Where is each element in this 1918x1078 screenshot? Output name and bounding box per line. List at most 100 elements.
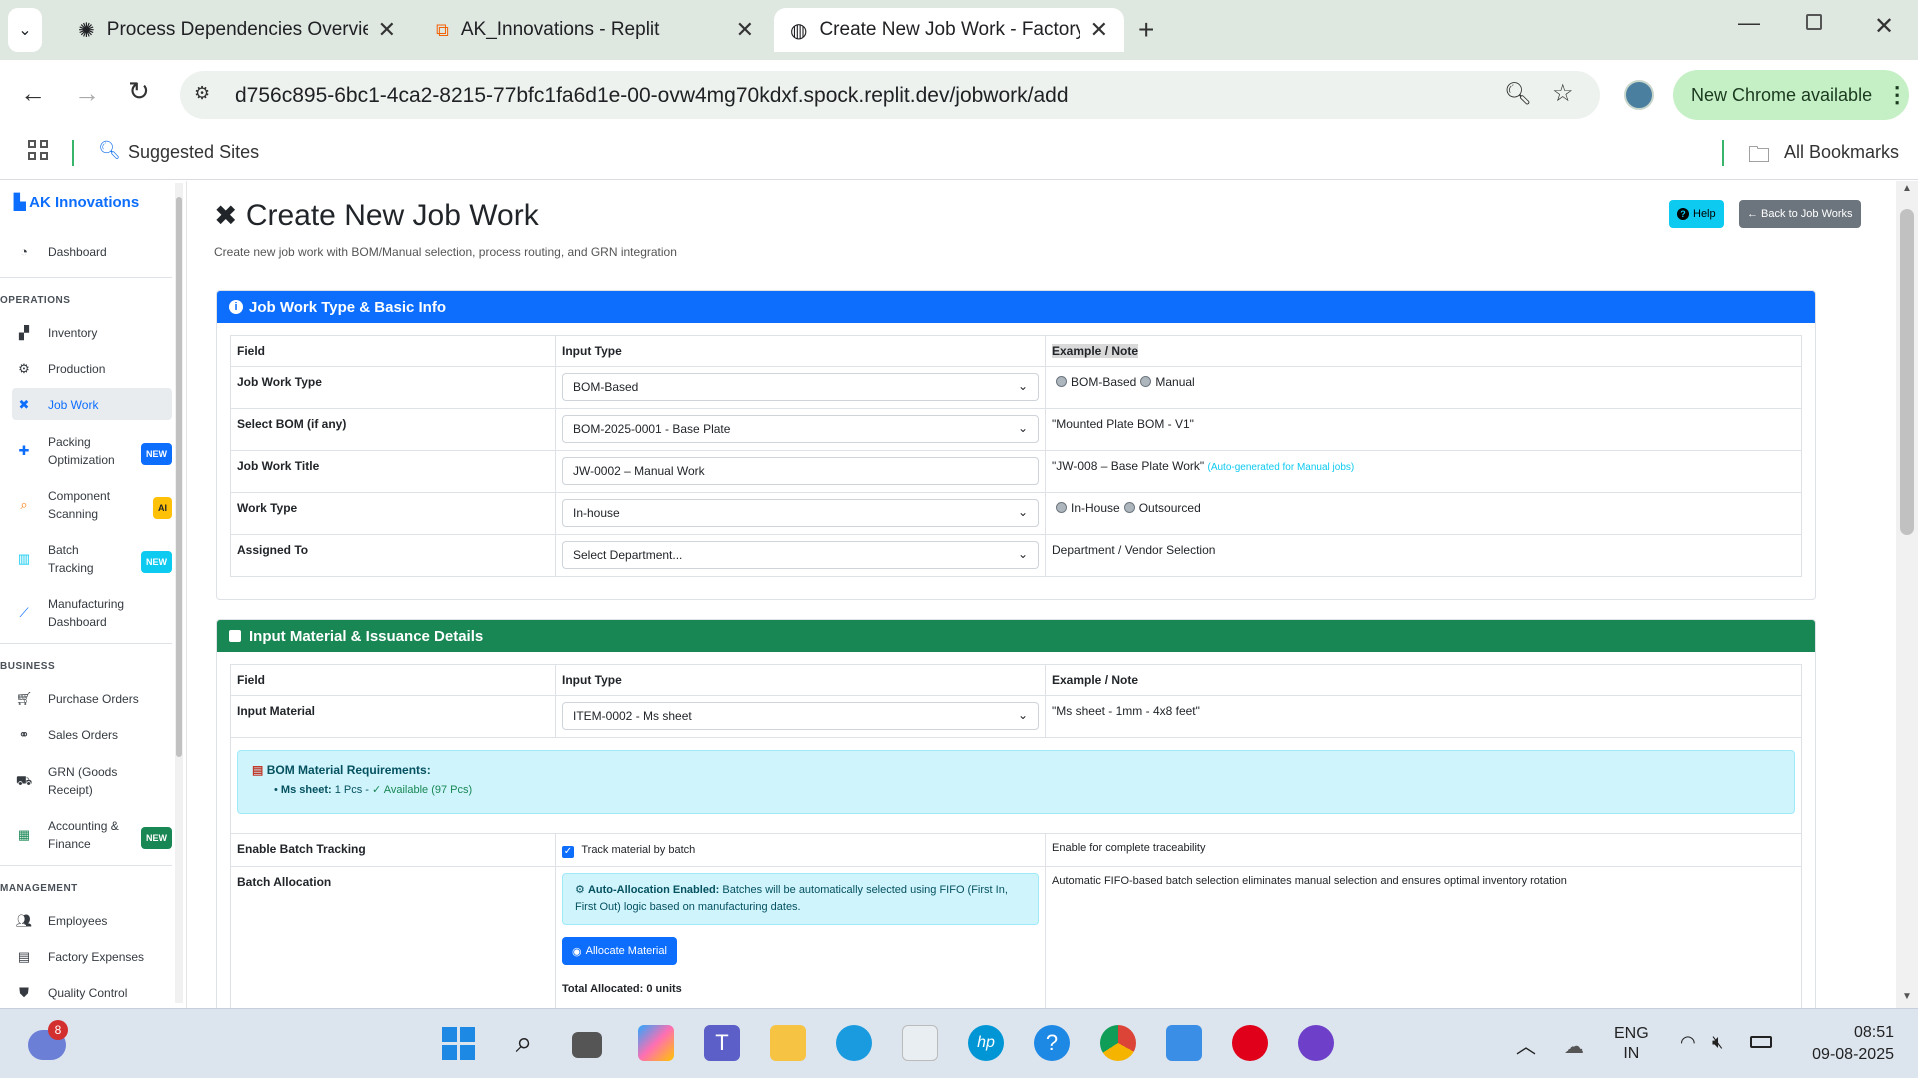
reload-icon[interactable]: ↻ [128, 76, 150, 107]
github-icon[interactable] [1298, 1025, 1334, 1061]
sidebar-item-label: Packing Optimization [48, 433, 115, 469]
store-icon[interactable] [902, 1025, 938, 1061]
windows-start-icon[interactable] [440, 1025, 476, 1061]
box-icon [229, 630, 241, 642]
minimize-button[interactable]: — [1738, 10, 1760, 36]
url-text[interactable]: d756c895-6bc1-4ca2-8215-77bfc1fa6d1e-00-… [235, 84, 1069, 108]
zoom-icon[interactable]: 🔍︎ [1504, 81, 1532, 107]
opera-icon[interactable] [1232, 1025, 1268, 1061]
job-work-title-input[interactable]: JW-0002 – Manual Work [562, 457, 1039, 485]
close-icon[interactable]: ✕ [736, 17, 754, 43]
copilot-icon[interactable] [638, 1025, 674, 1061]
sidebar-item-job-work[interactable]: ✖ Job Work [12, 396, 172, 414]
bom-select[interactable]: BOM-2025-0001 - Base Plate ⌄ [562, 415, 1039, 443]
section-management: MANAGEMENT [0, 883, 78, 894]
sidebar-item-inventory[interactable]: ▞ Inventory [12, 324, 172, 342]
close-window-button[interactable]: ✕ [1874, 12, 1894, 41]
radio-option[interactable] [1056, 502, 1067, 513]
scroll-up-icon[interactable]: ▲ [1902, 183, 1912, 194]
select-value: ITEM-0002 - Ms sheet [573, 709, 692, 723]
sidebar-item-production[interactable]: ⚙ Production [12, 360, 172, 378]
select-value: BOM-2025-0001 - Base Plate [573, 422, 731, 436]
sidebar-item-manufacturing-dashboard[interactable]: ⟋ Manufacturing Dashboard [12, 595, 172, 631]
sidebar-item-packing[interactable]: ✚ Packing Optimization NEW [12, 433, 172, 469]
close-icon[interactable]: ✕ [378, 17, 396, 43]
sidebar-item-accounting[interactable]: ▦ Accounting & Finance NEW [12, 817, 172, 853]
avatar[interactable] [1624, 80, 1654, 110]
sidebar-item-purchase-orders[interactable]: 🛒︎ Purchase Orders [12, 690, 172, 708]
allocate-label: Allocate Material [585, 945, 667, 957]
back-icon[interactable]: ← [20, 78, 46, 109]
assigned-to-select[interactable]: Select Department... ⌄ [562, 541, 1039, 569]
star-icon[interactable]: ☆ [1552, 79, 1574, 108]
site-info-icon[interactable]: ⚙ [194, 83, 210, 104]
address-bar[interactable]: ⚙ d756c895-6bc1-4ca2-8215-77bfc1fa6d1e-0… [180, 71, 1600, 119]
sidebar-item-grn[interactable]: ⛟ GRN (Goods Receipt) [12, 763, 172, 799]
forward-icon[interactable]: → [74, 78, 100, 109]
cogs-icon: ⚙ [575, 884, 585, 896]
work-type-select[interactable]: In-house ⌄ [562, 499, 1039, 527]
battery-icon[interactable] [1750, 1036, 1772, 1048]
scroll-down-icon[interactable]: ▼ [1902, 991, 1912, 1002]
sidebar-item-employees[interactable]: 👥︎ Employees [12, 912, 172, 930]
card-title: Input Material & Issuance Details [249, 627, 484, 645]
close-icon[interactable]: ✕ [1090, 17, 1108, 43]
job-work-type-select[interactable]: BOM-Based ⌄ [562, 373, 1039, 401]
radio-option[interactable] [1140, 376, 1152, 387]
back-to-job-works-button[interactable]: ← Back to Job Works [1739, 200, 1861, 228]
tray-chevron-icon[interactable]: ︿ [1516, 1030, 1536, 1059]
sidebar-item-factory-expenses[interactable]: ▤ Factory Expenses [12, 948, 172, 966]
sidebar-item-label: Purchase Orders [48, 692, 139, 706]
row-label: Batch Allocation [230, 866, 556, 1008]
teams-icon[interactable]: T [704, 1025, 740, 1061]
file-explorer-icon[interactable] [770, 1025, 806, 1061]
new-chrome-button[interactable]: New Chrome available ⋮ [1673, 70, 1909, 120]
tab-replit[interactable]: ⧉ AK_Innovations - Replit ✕ [420, 8, 770, 52]
batch-tracking-checkbox[interactable]: ✓ [562, 846, 574, 858]
new-tab-button[interactable]: + [1138, 14, 1154, 46]
volume-muted-icon[interactable]: 🔇︎ [1712, 1032, 1723, 1053]
tab-search-button[interactable]: ⌄ [8, 8, 42, 52]
task-view-icon[interactable] [572, 1032, 602, 1058]
suggested-sites-link[interactable]: Suggested Sites [128, 142, 259, 163]
clock[interactable]: 08:51 09-08-2025 [1794, 1022, 1894, 1066]
label-line: Packing [48, 435, 91, 449]
page-scrollbar[interactable]: ▲ ▼ [1896, 181, 1918, 1008]
chrome-icon[interactable] [1100, 1025, 1136, 1061]
sidebar-scroll-thumb[interactable] [176, 197, 182, 757]
radio-option[interactable] [1123, 502, 1135, 513]
hp-icon[interactable]: hp [968, 1025, 1004, 1061]
help-button[interactable]: ? Help [1669, 200, 1724, 228]
sidebar-item-sales-orders[interactable]: ⚭ Sales Orders [12, 726, 172, 744]
row-note: "Mounted Plate BOM - V1" [1045, 408, 1802, 451]
radio-option[interactable] [1056, 376, 1067, 387]
bookmark-divider [1722, 140, 1724, 166]
all-bookmarks-link[interactable]: All Bookmarks [1784, 142, 1899, 163]
input-material-select[interactable]: ITEM-0002 - Ms sheet ⌄ [562, 702, 1039, 730]
clock-date: 09-08-2025 [1812, 1046, 1894, 1063]
kebab-menu-icon[interactable]: ⋮ [1886, 82, 1908, 108]
search-icon[interactable]: ⌕ [506, 1025, 542, 1061]
sidebar-item-quality-control[interactable]: ⛊ Quality Control [12, 984, 172, 1002]
brand[interactable]: ▙ AK Innovations [14, 193, 139, 211]
sidebar-item-component-scanning[interactable]: ⌕ Component Scanning AI [12, 487, 172, 523]
page-scroll-thumb[interactable] [1900, 209, 1914, 535]
col-header: Field [230, 664, 556, 696]
allocate-material-button[interactable]: ◉ Allocate Material [562, 937, 677, 965]
wifi-icon[interactable]: ◠ [1680, 1032, 1696, 1053]
tab-process-dependencies[interactable]: ✺ Process Dependencies Overview ✕ [62, 8, 412, 52]
language-indicator[interactable]: ENG IN [1614, 1024, 1649, 1064]
help-app-icon[interactable]: ? [1034, 1025, 1070, 1061]
restore-button[interactable] [1806, 14, 1822, 30]
onedrive-icon[interactable]: ☁ [1564, 1034, 1584, 1059]
sidebar-item-label: Inventory [48, 326, 98, 340]
notepad-icon[interactable] [1166, 1025, 1202, 1061]
tab-create-job-work[interactable]: ◍ Create New Job Work - Factory ✕ [774, 8, 1124, 52]
calculator-icon: ▦ [17, 827, 31, 842]
sidebar-scrollbar[interactable] [175, 183, 183, 1003]
row-input: BOM-Based ⌄ [555, 366, 1046, 409]
edge-icon[interactable] [836, 1025, 872, 1061]
apps-grid-icon[interactable] [28, 140, 48, 160]
sidebar-item-dashboard[interactable]: ◔ Dashboard [12, 243, 172, 261]
sidebar-item-batch-tracking[interactable]: ▥ Batch Tracking NEW [12, 541, 172, 577]
